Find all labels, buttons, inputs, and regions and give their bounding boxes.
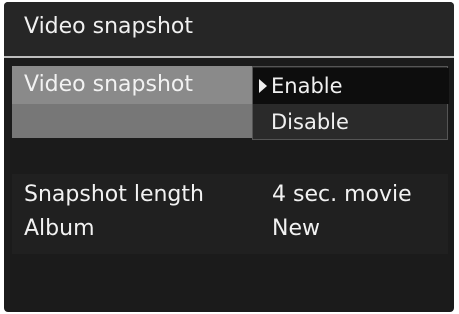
selection-caret-icon <box>259 79 267 93</box>
setting-video-snapshot-label[interactable]: Video snapshot <box>24 72 193 97</box>
selected-row-highlight-extension <box>12 104 252 138</box>
title-bar: Video snapshot <box>4 2 454 56</box>
screen-title: Video snapshot <box>24 14 193 39</box>
setting-snapshot-length-label[interactable]: Snapshot length <box>24 182 204 207</box>
option-disable[interactable]: Disable <box>253 104 449 140</box>
option-enable[interactable]: Enable <box>253 68 449 104</box>
title-divider <box>4 56 454 58</box>
setting-snapshot-length-value[interactable]: 4 sec. movie <box>272 182 412 207</box>
settings-list: Snapshot length 4 sec. movie Album New <box>12 174 448 254</box>
camera-menu-screen: Video snapshot Video snapshot Enable Dis… <box>4 2 454 312</box>
option-disable-label: Disable <box>271 110 349 134</box>
option-enable-label: Enable <box>271 74 343 98</box>
setting-album-label[interactable]: Album <box>24 216 95 241</box>
setting-album-value[interactable]: New <box>272 216 320 241</box>
option-popup: Enable Disable <box>252 66 449 140</box>
